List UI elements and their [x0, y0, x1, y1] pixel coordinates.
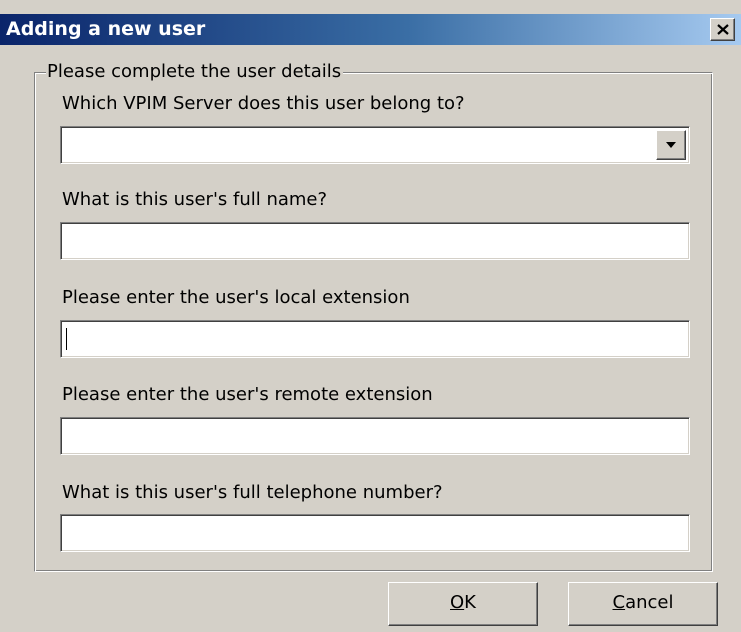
- server-label: Which VPIM Server does this user belong …: [62, 93, 465, 114]
- dropdown-button[interactable]: [656, 130, 686, 160]
- local-ext-field[interactable]: [60, 320, 690, 358]
- add-user-dialog: Adding a new user Please complete the us…: [0, 0, 741, 632]
- cancel-button[interactable]: Cancel: [568, 582, 718, 626]
- fullname-field[interactable]: [60, 222, 690, 260]
- fullname-input[interactable]: [64, 226, 690, 256]
- chevron-down-icon: [666, 142, 676, 148]
- server-select-value[interactable]: [64, 130, 690, 160]
- phone-label: What is this user's full telephone numbe…: [62, 482, 443, 503]
- remote-ext-input[interactable]: [64, 421, 690, 451]
- ok-mnemonic: O: [450, 592, 465, 613]
- ok-button[interactable]: OK: [388, 582, 538, 626]
- text-cursor: [66, 328, 67, 350]
- phone-input[interactable]: [64, 518, 690, 548]
- group-legend: Please complete the user details: [46, 60, 344, 84]
- dialog-title: Adding a new user: [6, 18, 206, 40]
- phone-field[interactable]: [60, 514, 690, 552]
- close-icon: [717, 24, 729, 35]
- remote-ext-label: Please enter the user's remote extension: [62, 384, 433, 405]
- cancel-mnemonic: C: [612, 592, 626, 613]
- close-button[interactable]: [710, 18, 735, 41]
- server-dropdown[interactable]: [60, 126, 690, 164]
- ok-label-rest: K: [464, 592, 476, 613]
- local-ext-label: Please enter the user's local extension: [62, 287, 410, 308]
- cancel-label-rest: ancel: [625, 592, 674, 613]
- local-ext-input[interactable]: [64, 324, 690, 354]
- fullname-label: What is this user's full name?: [62, 189, 328, 210]
- title-bar[interactable]: Adding a new user: [0, 14, 741, 45]
- remote-ext-field[interactable]: [60, 417, 690, 455]
